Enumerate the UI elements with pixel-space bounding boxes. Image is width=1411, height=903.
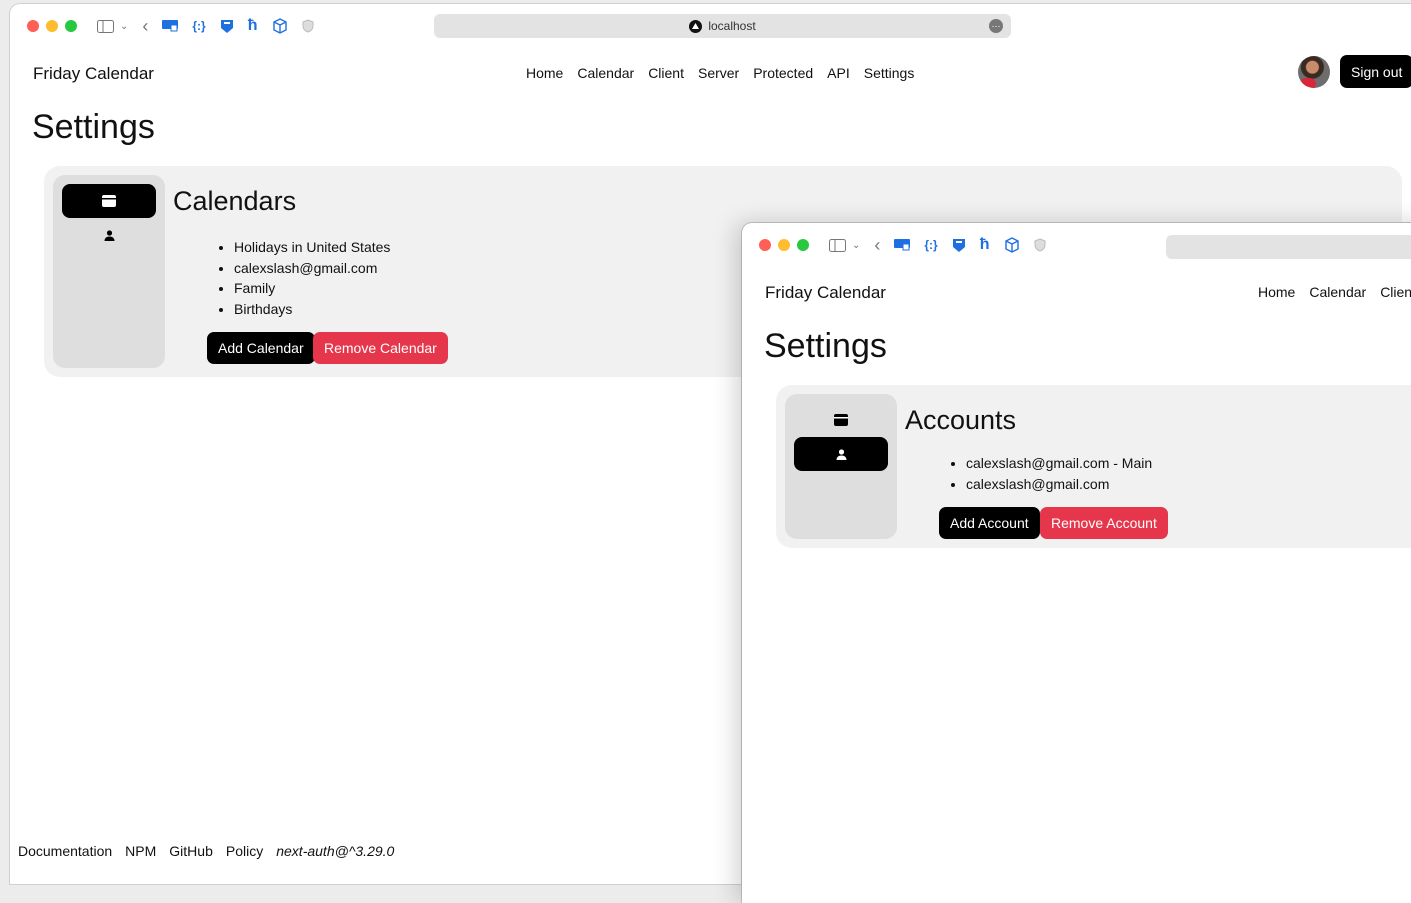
footer-link-npm[interactable]: NPM (125, 843, 156, 859)
list-item: Holidays in United States (234, 237, 390, 258)
nav-link-calendar[interactable]: Calendar (577, 65, 634, 81)
remove-account-button[interactable]: Remove Account (1040, 507, 1168, 539)
back-arrow-icon[interactable]: ‹ (142, 16, 148, 37)
json-icon[interactable]: {:} (924, 238, 937, 252)
cube-icon[interactable] (272, 18, 288, 34)
list-item: calexslash@gmail.com (966, 474, 1152, 495)
chevron-down-icon[interactable]: ⌄ (120, 21, 128, 32)
cast-icon[interactable] (894, 239, 911, 251)
privacy-shield-icon[interactable] (1034, 238, 1046, 252)
tab-calendars[interactable] (62, 184, 156, 218)
front-browser-window: ⌄ ‹ {:} ћ Friday Calendar Home Calendar … (742, 223, 1411, 903)
browser-toolbar: ⌄ ‹ {:} ћ localhost ⋯ (10, 4, 1411, 48)
sidebar-toggle-icon[interactable] (829, 238, 846, 252)
nav-link-settings[interactable]: Settings (864, 65, 915, 81)
top-nav: Friday Calendar Home Calendar Clien (742, 271, 1411, 311)
nav-link-protected[interactable]: Protected (753, 65, 813, 81)
page-title: Settings (764, 327, 887, 365)
section-heading: Calendars (173, 186, 297, 216)
list-item: Family (234, 278, 390, 299)
page-title: Settings (32, 108, 155, 146)
sign-out-button[interactable]: Sign out (1340, 55, 1411, 88)
minimize-window-button[interactable] (778, 239, 790, 251)
url-text: localhost (708, 19, 756, 33)
toolbar-icons: ⌄ ‹ {:} ћ (829, 235, 1046, 256)
footer-link-github[interactable]: GitHub (169, 843, 213, 859)
list-item: calexslash@gmail.com (234, 258, 390, 279)
zoom-window-button[interactable] (65, 20, 77, 32)
footer: Documentation NPM GitHub Policy next-aut… (18, 843, 394, 859)
footer-link-policy[interactable]: Policy (226, 843, 263, 859)
sidebar-toggle-icon[interactable] (97, 19, 114, 33)
address-bar[interactable] (1166, 235, 1411, 259)
close-window-button[interactable] (759, 239, 771, 251)
settings-side-tabs (785, 394, 897, 539)
calendar-icon (834, 414, 848, 426)
window-controls (759, 239, 809, 251)
toolbar-icons: ⌄ ‹ {:} ћ (97, 16, 314, 37)
nav-link-client[interactable]: Clien (1380, 284, 1411, 300)
calendar-list: Holidays in United States calexslash@gma… (234, 237, 390, 319)
more-options-icon[interactable]: ⋯ (989, 19, 1003, 33)
nav-link-client[interactable]: Client (648, 65, 684, 81)
add-calendar-button[interactable]: Add Calendar (207, 332, 315, 364)
tab-accounts[interactable] (794, 437, 888, 471)
avatar[interactable] (1298, 56, 1330, 88)
account-list: calexslash@gmail.com - Main calexslash@g… (966, 453, 1152, 494)
brand-title[interactable]: Friday Calendar (33, 64, 154, 84)
json-icon[interactable]: {:} (192, 19, 205, 33)
nav-link-home[interactable]: Home (1258, 284, 1295, 300)
close-window-button[interactable] (27, 20, 39, 32)
tab-calendars[interactable] (794, 403, 888, 437)
nav-links: Home Calendar Clien (1258, 284, 1411, 300)
shield-icon[interactable] (952, 238, 966, 253)
section-heading: Accounts (905, 405, 1017, 435)
browser-toolbar: ⌄ ‹ {:} ћ (742, 223, 1411, 267)
privacy-shield-icon[interactable] (302, 19, 314, 33)
address-bar[interactable]: localhost ⋯ (434, 14, 1011, 38)
minimize-window-button[interactable] (46, 20, 58, 32)
cast-icon[interactable] (162, 20, 179, 32)
person-icon (104, 229, 114, 241)
remove-calendar-button[interactable]: Remove Calendar (313, 332, 448, 364)
person-icon (836, 448, 846, 460)
site-favicon-icon (689, 19, 703, 33)
zoom-window-button[interactable] (797, 239, 809, 251)
list-item: Birthdays (234, 299, 390, 320)
hammer-icon[interactable]: ћ (980, 236, 990, 254)
footer-link-documentation[interactable]: Documentation (18, 843, 112, 859)
shield-icon[interactable] (220, 19, 234, 34)
tab-accounts[interactable] (62, 218, 156, 252)
calendar-icon (102, 195, 116, 207)
hammer-icon[interactable]: ћ (248, 17, 258, 35)
chevron-down-icon[interactable]: ⌄ (852, 240, 860, 251)
cube-icon[interactable] (1004, 237, 1020, 253)
version-label: next-auth@^3.29.0 (276, 843, 395, 859)
nav-link-home[interactable]: Home (526, 65, 563, 81)
settings-side-tabs (53, 175, 165, 368)
window-controls (27, 20, 77, 32)
back-arrow-icon[interactable]: ‹ (874, 235, 880, 256)
top-nav: Friday Calendar Home Calendar Client Ser… (10, 52, 1411, 92)
nav-link-server[interactable]: Server (698, 65, 739, 81)
accounts-card: Accounts calexslash@gmail.com - Main cal… (776, 385, 1411, 548)
nav-links: Home Calendar Client Server Protected AP… (526, 65, 914, 81)
nav-link-api[interactable]: API (827, 65, 850, 81)
brand-title[interactable]: Friday Calendar (765, 283, 886, 303)
add-account-button[interactable]: Add Account (939, 507, 1040, 539)
list-item: calexslash@gmail.com - Main (966, 453, 1152, 474)
nav-link-calendar[interactable]: Calendar (1309, 284, 1366, 300)
